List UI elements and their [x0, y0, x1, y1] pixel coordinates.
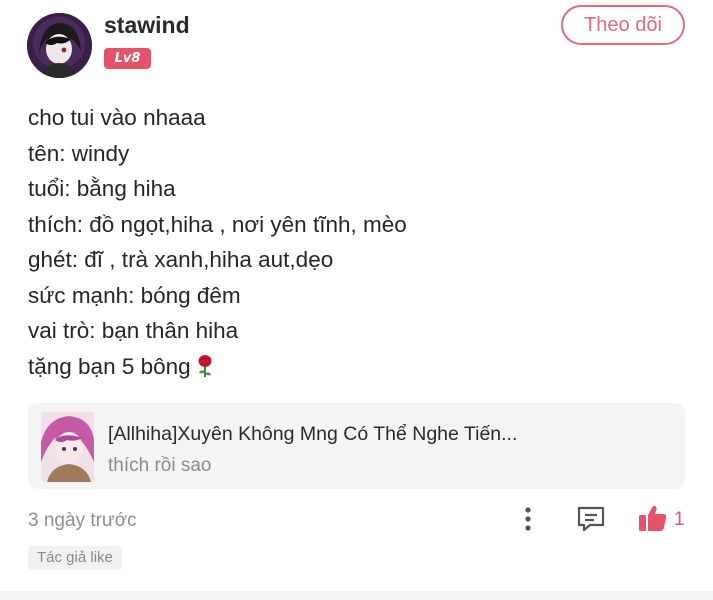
thumbs-up-icon	[639, 505, 667, 531]
rose-icon	[195, 353, 215, 377]
timestamp: 3 ngày trước	[28, 510, 137, 531]
comment-line: thích: đồ ngọt,hiha , nơi yên tĩnh, mèo	[28, 211, 407, 237]
comment-line: tên: windy	[28, 140, 130, 166]
comment-text: cho tui vào nhaaa tên: windy tuổi: bằng …	[28, 100, 678, 384]
avatar-image	[27, 13, 92, 78]
comment-line: vai trò: bạn thân hiha	[28, 318, 239, 343]
author-like-badge: Tác giả like	[28, 546, 122, 570]
reply-button[interactable]	[576, 505, 606, 533]
comment-line-text: tặng bạn 5 bông	[28, 353, 191, 379]
comment-line: cho tui vào nhaaa	[28, 105, 206, 130]
comment-line: tuổi: bằng hiha	[28, 176, 176, 201]
separator	[0, 591, 713, 600]
like-button[interactable]: 1	[638, 503, 688, 535]
comment-item: stawind Lv8 Theo dõi cho tui vào nhaaa t…	[0, 0, 713, 600]
book-title: [Allhiha]Xuyên Không Mng Có Thể Nghe Tiế…	[108, 423, 518, 445]
more-button[interactable]	[518, 505, 538, 533]
comment-line: sức mạnh: bóng đêm	[28, 282, 241, 308]
book-cover-image	[41, 412, 94, 482]
username[interactable]: stawind	[104, 12, 190, 39]
book-subtitle: thích rồi sao	[108, 455, 212, 476]
like-count: 1	[674, 509, 685, 530]
linked-book-card[interactable]: [Allhiha]Xuyên Không Mng Có Thể Nghe Tiế…	[28, 403, 685, 489]
comment-line: ghét: đĩ , trà xanh,hiha aut,dẹo	[28, 247, 334, 272]
level-badge: Lv8	[104, 48, 151, 69]
reply-icon	[577, 506, 605, 532]
avatar[interactable]	[27, 13, 92, 78]
more-vertical-icon	[525, 507, 531, 531]
follow-button[interactable]: Theo dõi	[561, 5, 685, 45]
comment-line-last: tặng bạn 5 bông	[28, 349, 678, 385]
